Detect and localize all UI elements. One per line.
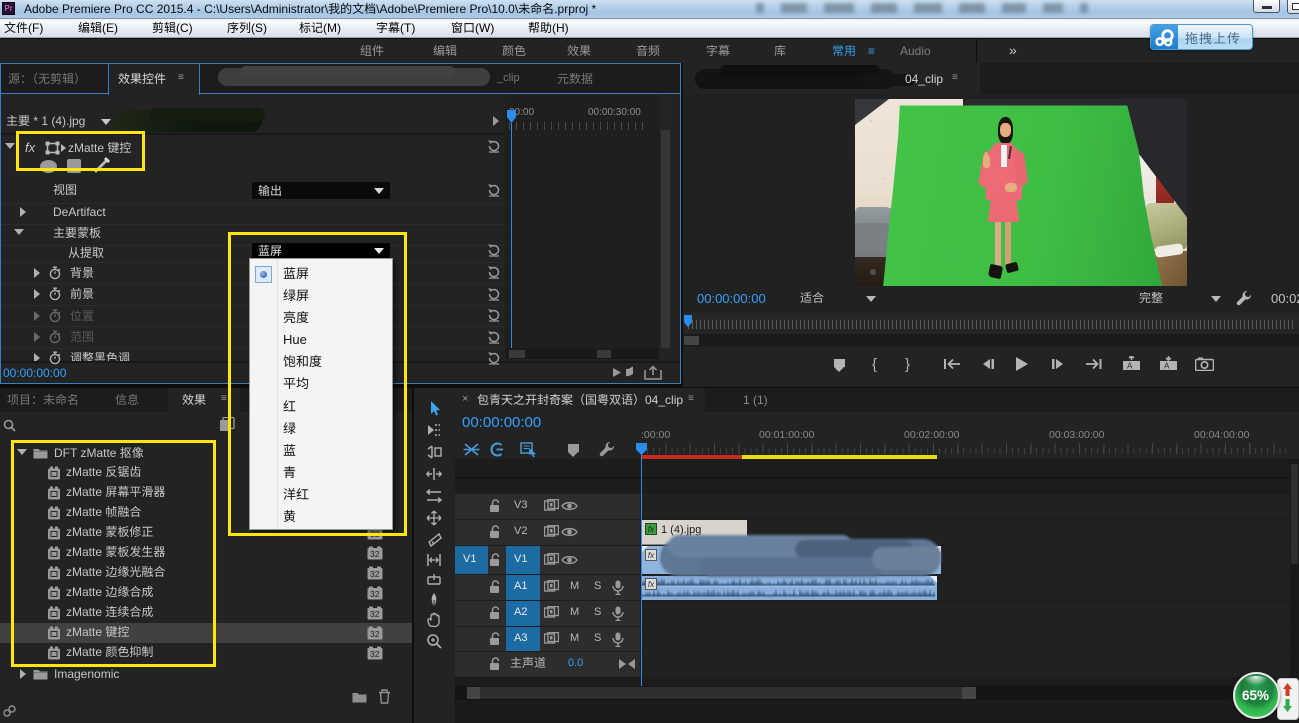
svg-text:32: 32 [370,609,380,619]
svg-text:32: 32 [370,649,380,659]
svg-text:32: 32 [370,569,380,579]
svg-text:A: A [1164,362,1170,371]
svg-text:32: 32 [370,549,380,559]
svg-text:32: 32 [370,629,380,639]
svg-text:32: 32 [370,589,380,599]
svg-text:A: A [1127,362,1133,371]
